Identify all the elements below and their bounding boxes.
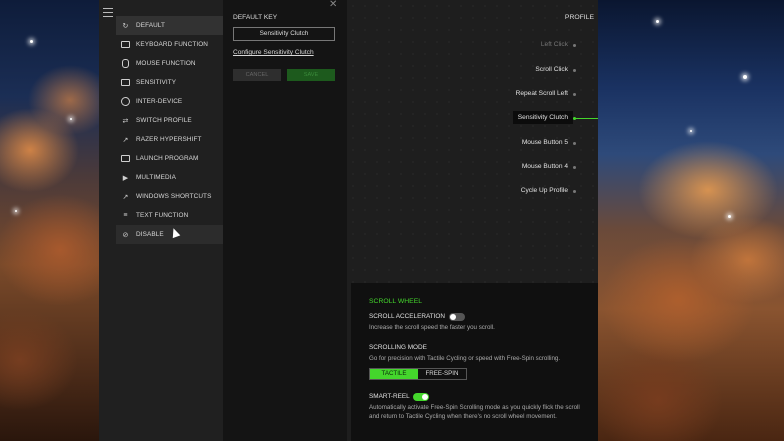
text-icon: ≡ bbox=[123, 212, 128, 219]
sidebar-item-mouse-function[interactable]: MOUSE FUNCTION bbox=[116, 54, 223, 73]
star bbox=[728, 215, 731, 218]
sidebar-item-label: LAUNCH PROGRAM bbox=[136, 155, 199, 162]
sidebar-item-inter-device[interactable]: INTER-DEVICE bbox=[116, 92, 223, 111]
mapping-dot bbox=[573, 142, 576, 145]
sidebar-item-disable[interactable]: ⊘ DISABLE bbox=[116, 225, 223, 244]
free-spin-option[interactable]: FREE-SPIN bbox=[418, 369, 466, 379]
scroll-acceleration-desc: Increase the scroll speed the faster you… bbox=[369, 324, 495, 331]
mouse-icon bbox=[121, 59, 130, 68]
mapping-repeat-scroll-left[interactable]: Repeat Scroll Left bbox=[516, 90, 568, 97]
sidebar-item-windows-shortcuts[interactable]: ↗ WINDOWS SHORTCUTS bbox=[116, 187, 223, 206]
smart-reel-label: SMART-REEL bbox=[369, 393, 410, 400]
star bbox=[30, 40, 33, 43]
switch-profile-icon: ⇄ bbox=[122, 117, 129, 125]
sidebar-item-label: DISABLE bbox=[136, 231, 164, 238]
sidebar-item-label: SWITCH PROFILE bbox=[136, 117, 192, 124]
sidebar-item-switch-profile[interactable]: ⇄ SWITCH PROFILE bbox=[116, 111, 223, 130]
synapse-window: ↻ DEFAULT KEYBOARD FUNCTION MOUSE FUNCTI… bbox=[99, 0, 598, 441]
sidebar-item-label: DEFAULT bbox=[136, 22, 165, 29]
mapping-dot bbox=[573, 69, 576, 72]
star bbox=[690, 130, 692, 132]
sidebar-item-label: SENSITIVITY bbox=[136, 79, 177, 86]
sensitivity-icon bbox=[121, 78, 130, 87]
mapping-scroll-click[interactable]: Scroll Click bbox=[535, 66, 568, 73]
sidebar-item-label: MOUSE FUNCTION bbox=[136, 60, 196, 67]
scrolling-mode-desc: Go for precision with Tactile Cycling or… bbox=[369, 355, 561, 362]
mapping-mouse-button-4[interactable]: Mouse Button 4 bbox=[522, 163, 568, 170]
mapping-mouse-button-5[interactable]: Mouse Button 5 bbox=[522, 139, 568, 146]
sidebar-item-razer-hypershift[interactable]: ↗ RAZER HYPERSHIFT bbox=[116, 130, 223, 149]
star bbox=[743, 75, 747, 79]
scrolling-mode-selector: TACTILE FREE-SPIN bbox=[369, 368, 467, 380]
function-list: ↻ DEFAULT KEYBOARD FUNCTION MOUSE FUNCTI… bbox=[116, 16, 223, 244]
configure-sensitivity-link[interactable]: Configure Sensitivity Clutch bbox=[233, 49, 314, 56]
sidebar-item-launch-program[interactable]: LAUNCH PROGRAM bbox=[116, 149, 223, 168]
mapping-cycle-up-profile[interactable]: Cycle Up Profile bbox=[521, 187, 568, 194]
scroll-wheel-title: SCROLL WHEEL bbox=[369, 298, 423, 305]
star bbox=[70, 118, 72, 120]
mapping-dot bbox=[573, 166, 576, 169]
mapping-lead-line bbox=[573, 118, 598, 119]
scroll-acceleration-toggle[interactable] bbox=[449, 313, 465, 321]
multimedia-icon: ▶ bbox=[122, 174, 129, 182]
smart-reel-toggle[interactable] bbox=[413, 393, 429, 401]
sidebar-item-label: MULTIMEDIA bbox=[136, 174, 176, 181]
refresh-icon: ↻ bbox=[122, 22, 129, 30]
sidebar-item-label: TEXT FUNCTION bbox=[136, 212, 189, 219]
shortcut-icon: ↗ bbox=[122, 193, 129, 201]
mapping-dot bbox=[573, 44, 576, 47]
star bbox=[656, 20, 659, 23]
sidebar-item-multimedia[interactable]: ▶ MULTIMEDIA bbox=[116, 168, 223, 187]
sidebar-item-label: KEYBOARD FUNCTION bbox=[136, 41, 209, 48]
panel-title: DEFAULT KEY bbox=[233, 14, 278, 21]
desktop-wallpaper-left bbox=[0, 0, 99, 441]
desktop-wallpaper-right bbox=[598, 0, 784, 441]
default-key-panel: DEFAULT KEY Sensitivity Clutch Configure… bbox=[223, 0, 347, 441]
sidebar-item-sensitivity[interactable]: SENSITIVITY bbox=[116, 73, 223, 92]
sidebar-item-label: INTER-DEVICE bbox=[136, 98, 183, 105]
star bbox=[15, 210, 17, 212]
cancel-button[interactable]: CANCEL bbox=[233, 69, 281, 81]
scroll-wheel-panel: SCROLL WHEEL SCROLL ACCELERATION Increas… bbox=[351, 283, 598, 441]
sidebar-item-label: WINDOWS SHORTCUTS bbox=[136, 193, 212, 200]
launch-icon bbox=[121, 154, 130, 163]
smart-reel-desc-line2: and return to Tactile Cycling when there… bbox=[369, 413, 557, 420]
hamburger-menu-icon[interactable] bbox=[103, 8, 113, 17]
mapping-dot bbox=[573, 93, 576, 96]
sidebar-item-label: RAZER HYPERSHIFT bbox=[136, 136, 202, 143]
mapping-dot bbox=[573, 190, 576, 193]
close-icon[interactable]: ✕ bbox=[329, 0, 339, 10]
hypershift-icon: ↗ bbox=[122, 136, 129, 144]
mapping-left-click[interactable]: Left Click bbox=[541, 41, 568, 48]
sidebar-item-keyboard-function[interactable]: KEYBOARD FUNCTION bbox=[116, 35, 223, 54]
disable-icon: ⊘ bbox=[122, 231, 129, 239]
profile-label[interactable]: PROFILE bbox=[565, 14, 594, 21]
default-key-field[interactable]: Sensitivity Clutch bbox=[233, 27, 335, 41]
save-button[interactable]: SAVE bbox=[287, 69, 335, 81]
scrolling-mode-label: SCROLLING MODE bbox=[369, 344, 427, 351]
tactile-option[interactable]: TACTILE bbox=[370, 369, 418, 379]
keyboard-icon bbox=[121, 40, 130, 49]
sidebar-item-text-function[interactable]: ≡ TEXT FUNCTION bbox=[116, 206, 223, 225]
smart-reel-desc-line1: Automatically activate Free-Spin Scrolli… bbox=[369, 404, 580, 411]
sidebar-item-default[interactable]: ↻ DEFAULT bbox=[116, 16, 223, 35]
mapping-sensitivity-clutch[interactable]: Sensitivity Clutch bbox=[512, 111, 573, 124]
function-sidebar: ↻ DEFAULT KEYBOARD FUNCTION MOUSE FUNCTI… bbox=[99, 0, 223, 441]
scroll-acceleration-label: SCROLL ACCELERATION bbox=[369, 313, 445, 320]
inter-device-icon bbox=[121, 97, 130, 106]
